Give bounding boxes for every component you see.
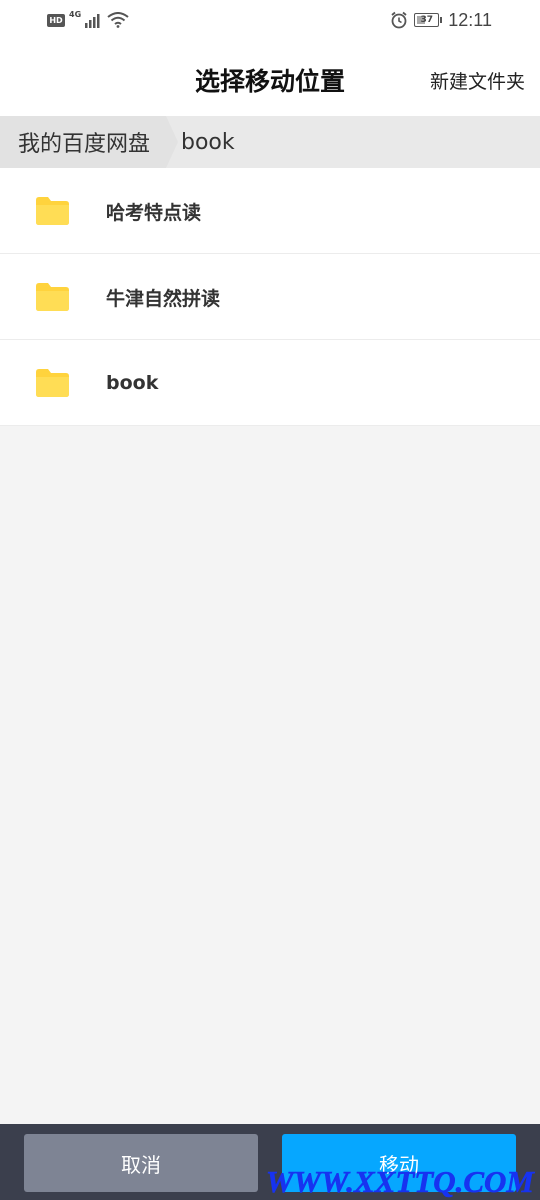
folder-item[interactable]: 哈考特点读: [0, 168, 540, 254]
alarm-icon: [391, 11, 407, 29]
breadcrumb-current: book: [181, 129, 235, 155]
folder-name: 哈考特点读: [106, 201, 202, 224]
folder-item[interactable]: book: [0, 340, 540, 426]
hd-badge: HD: [47, 13, 65, 27]
new-folder-button[interactable]: 新建文件夹: [430, 67, 525, 94]
folder-list: 哈考特点读 牛津自然拼读 book: [0, 168, 540, 426]
cancel-button[interactable]: 取消: [24, 1134, 258, 1192]
breadcrumb-separator: [166, 116, 178, 168]
status-bar: HD 4G 37 12:11: [0, 0, 540, 40]
status-right: 37 12:11: [390, 8, 492, 32]
folder-name: 牛津自然拼读: [106, 287, 221, 310]
folder-icon: [36, 283, 69, 311]
header: 选择移动位置 新建文件夹: [0, 40, 540, 116]
folder-item[interactable]: 牛津自然拼读: [0, 254, 540, 340]
folder-icon: [36, 197, 69, 225]
folder-name: book: [106, 372, 159, 394]
status-left: HD 4G: [47, 9, 129, 31]
network-type-label: 4G: [69, 9, 82, 19]
status-time: 12:11: [448, 9, 492, 30]
breadcrumb: 我的百度网盘 book: [0, 116, 540, 168]
battery-icon: 37: [414, 13, 443, 27]
folder-icon: [36, 369, 69, 397]
signal-icon: [85, 14, 100, 28]
wifi-icon: [107, 12, 129, 28]
breadcrumb-root[interactable]: 我的百度网盘: [0, 116, 166, 168]
battery-level-text: 37: [420, 15, 434, 25]
watermark-text: WWW.XXTTQ.COM: [265, 1164, 535, 1200]
